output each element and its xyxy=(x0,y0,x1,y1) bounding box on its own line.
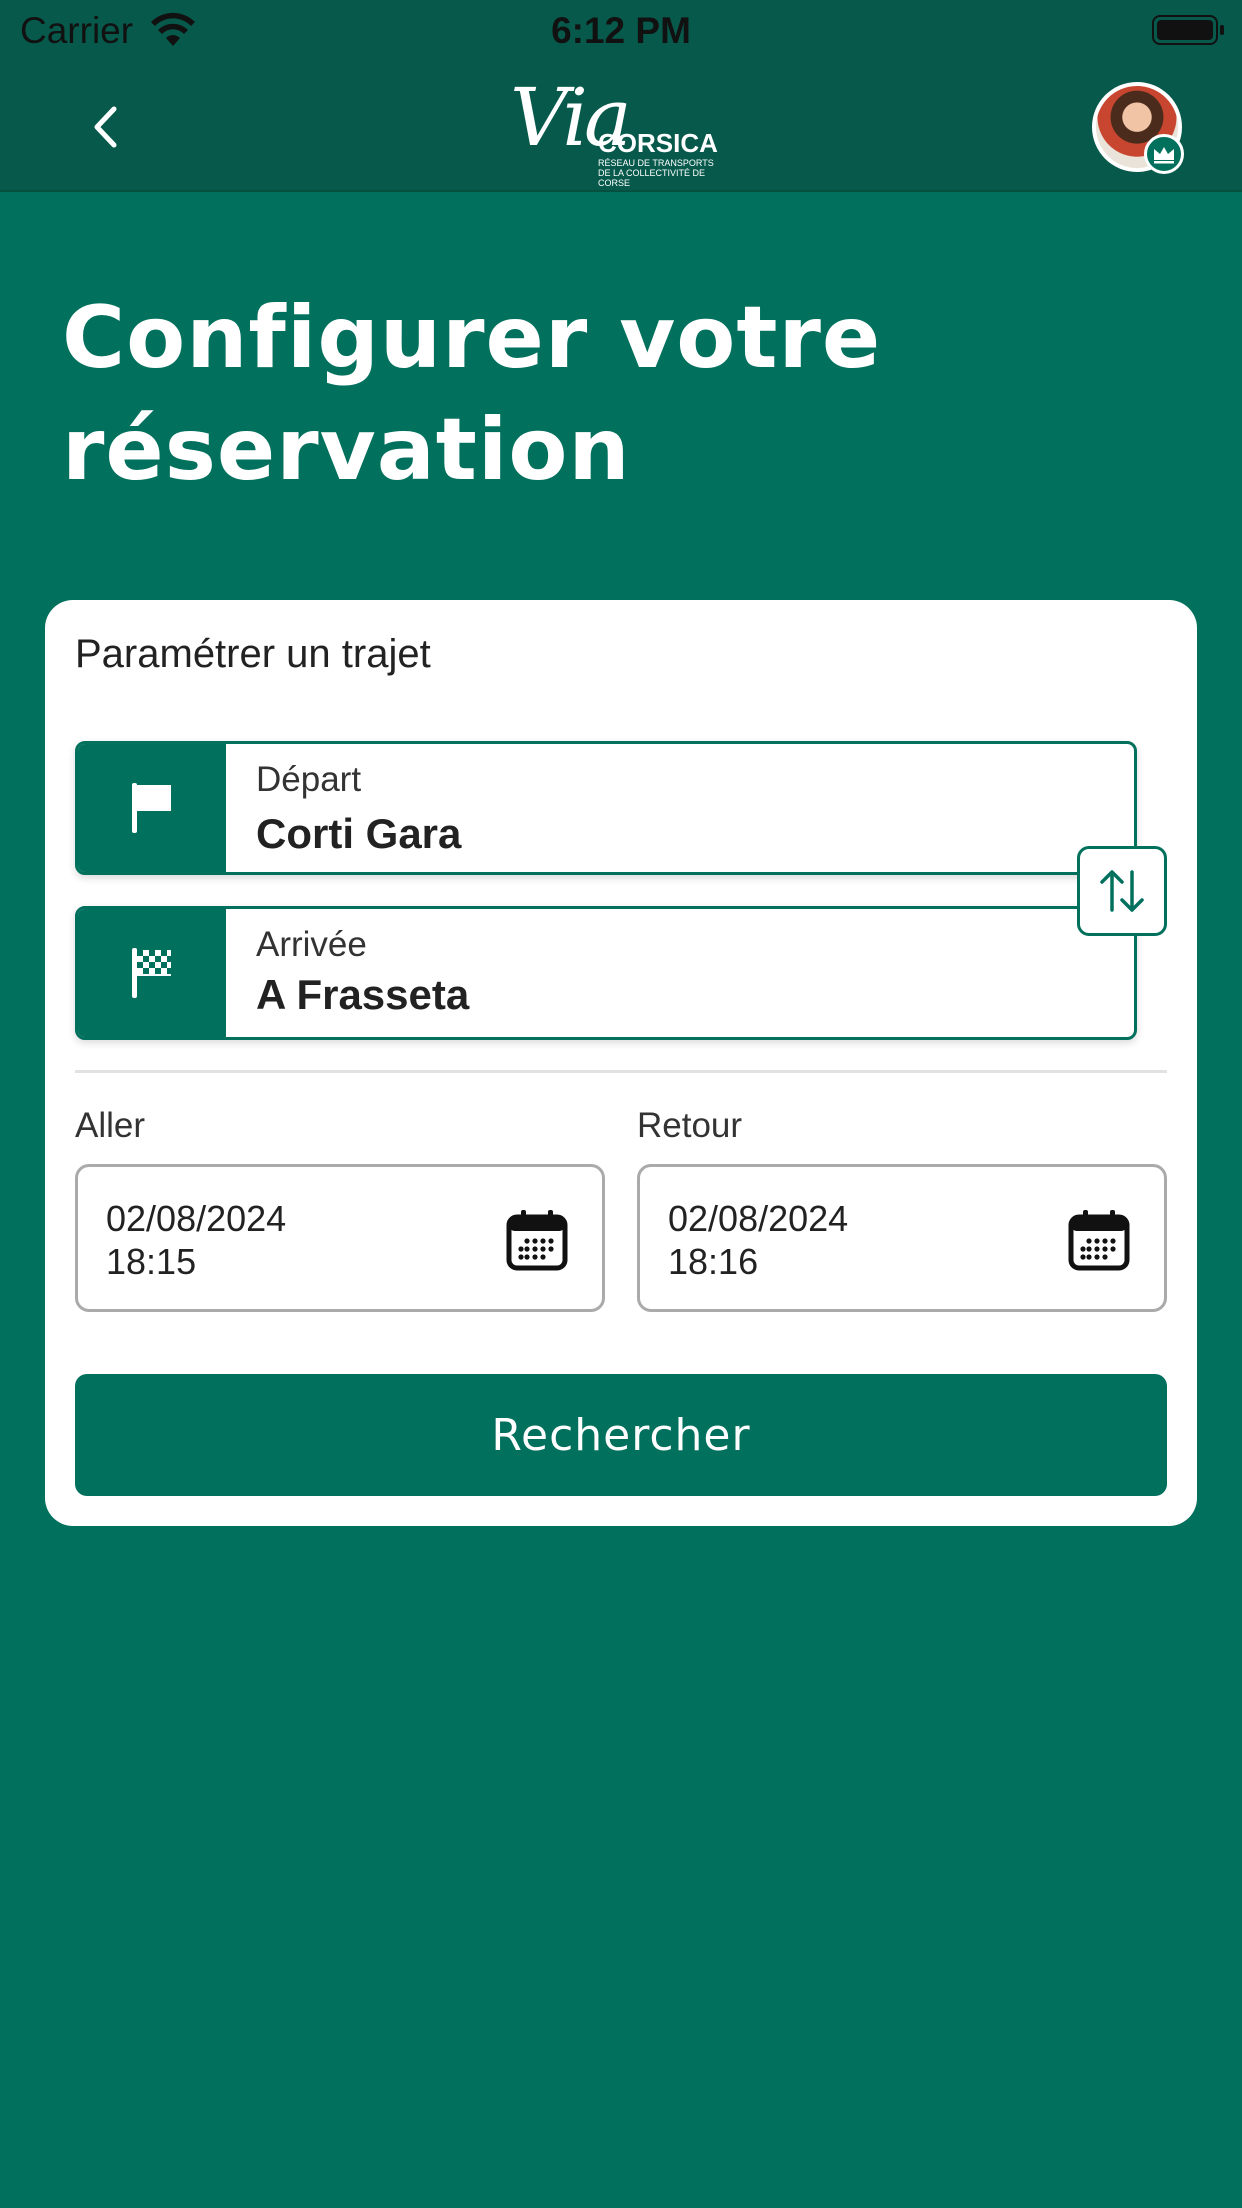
outbound-date-field[interactable]: 02/08/2024 18:15 xyxy=(75,1164,605,1312)
search-button[interactable]: Rechercher xyxy=(75,1374,1167,1496)
logo-tagline: RÉSEAU DE TRANSPORTS DE LA COLLECTIVITÉ … xyxy=(598,158,738,188)
logo-brand-text: CORSICA xyxy=(598,128,718,158)
divider xyxy=(75,1070,1167,1073)
departure-label: Départ xyxy=(256,760,362,799)
arrival-icon-box xyxy=(78,909,226,1037)
page-title: Configurer votre réservation xyxy=(62,288,882,500)
calendar-icon xyxy=(506,1210,568,1271)
back-button[interactable] xyxy=(80,92,130,162)
outbound-datetime: 02/08/2024 18:15 xyxy=(106,1197,286,1283)
flag-icon xyxy=(132,783,171,833)
outbound-date: 02/08/2024 xyxy=(106,1198,287,1239)
departure-field[interactable]: Départ Corti Gara xyxy=(75,741,1137,875)
departure-value: Corti Gara xyxy=(256,810,462,857)
departure-icon-box xyxy=(78,744,226,872)
logo-tagline-line1: RÉSEAU DE TRANSPORTS xyxy=(598,158,714,168)
arrival-field[interactable]: Arrivée A Frasseta xyxy=(75,906,1137,1040)
via-corsica-logo: Via CORSICA RÉSEAU DE TRANSPORTS DE LA C… xyxy=(510,72,740,189)
battery-icon xyxy=(1152,15,1224,45)
return-time: 18:16 xyxy=(668,1241,759,1282)
return-date: 02/08/2024 xyxy=(668,1198,849,1239)
crown-badge xyxy=(1144,134,1184,174)
checkered-flag-icon xyxy=(132,948,171,998)
outbound-time: 18:15 xyxy=(106,1241,197,1282)
header: Via CORSICA RÉSEAU DE TRANSPORTS DE LA C… xyxy=(0,62,1242,192)
crown-icon xyxy=(1154,147,1174,164)
arrival-label: Arrivée xyxy=(256,925,367,964)
return-date-field[interactable]: 02/08/2024 18:16 xyxy=(637,1164,1167,1312)
avatar[interactable] xyxy=(1092,82,1184,174)
card-title: Paramétrer un trajet xyxy=(75,632,431,676)
status-time: 6:12 PM xyxy=(551,10,691,51)
arrival-value: A Frasseta xyxy=(256,971,470,1018)
swap-vertical-icon xyxy=(1100,870,1144,912)
chevron-left-icon xyxy=(94,106,117,148)
trip-card: Paramétrer un trajet Départ Corti Gara A… xyxy=(45,600,1197,1526)
return-datetime: 02/08/2024 18:16 xyxy=(668,1197,848,1283)
calendar-icon xyxy=(1068,1210,1130,1271)
swap-button[interactable] xyxy=(1077,846,1167,936)
logo-tagline-line2: DE LA COLLECTIVITÉ DE CORSE xyxy=(598,168,706,188)
return-label: Retour xyxy=(637,1106,743,1145)
outbound-label: Aller xyxy=(75,1106,146,1145)
status-bar: Carrier 6:12 PM xyxy=(0,0,1242,62)
